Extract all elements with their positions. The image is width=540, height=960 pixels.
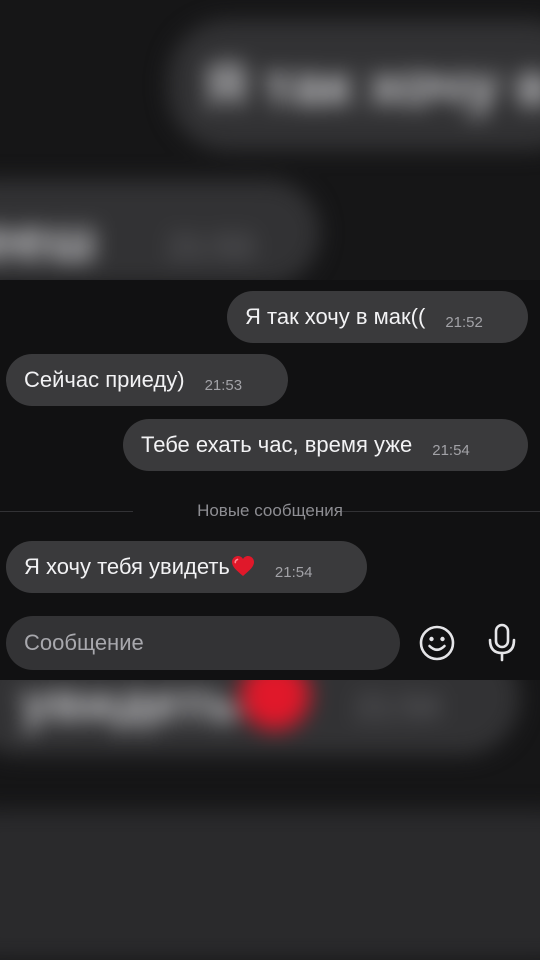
message-input-placeholder: Сообщение <box>24 630 144 655</box>
emoji-button[interactable] <box>415 621 459 665</box>
message-bubble-incoming[interactable]: Я хочу тебя увидеть 21:54 <box>6 541 367 593</box>
chat-area: Я так хочу в мак(( 21:52 Сейчас приеду) … <box>0 280 540 680</box>
smiley-icon <box>419 625 455 661</box>
message-text: Я хочу тебя увидеть <box>24 554 255 580</box>
voice-message-button[interactable] <box>480 621 524 665</box>
message-text: Я так хочу в мак(( <box>245 304 426 329</box>
blurred-background-top: Я так хочу в мак(( ееш 21:53 <box>0 0 540 280</box>
blurred-timestamp: 21:54 <box>355 688 441 726</box>
message-text: Тебе ехать час, время уже <box>141 432 413 457</box>
message-time: 21:53 <box>204 376 243 394</box>
blurred-partial-text: ееш <box>0 206 97 273</box>
message-text: Сейчас приеду) <box>24 367 185 392</box>
microphone-icon <box>488 623 516 662</box>
screen: Я так хочу в мак(( ееш 21:53 Я так хочу … <box>0 0 540 960</box>
blurred-message-text: Я так хочу в мак(( <box>205 53 540 118</box>
new-messages-divider: Новые сообщения <box>0 500 540 522</box>
blurred-partial-text: увидеть <box>20 680 240 733</box>
message-time: 21:52 <box>445 313 483 331</box>
blurred-timestamp: 21:53 <box>168 228 254 266</box>
message-bubble-outgoing[interactable]: Я так хочу в мак(( 21:52 <box>227 291 528 343</box>
message-input[interactable]: Сообщение <box>6 616 400 670</box>
divider-line <box>342 511 540 512</box>
message-bubble-incoming[interactable]: Сейчас приеду) 21:53 <box>6 354 288 406</box>
blurred-background-bottom: увидеть 21:54 <box>0 680 540 960</box>
message-text-content: Я хочу тебя увидеть <box>24 554 230 579</box>
message-time: 21:54 <box>432 441 470 459</box>
heart-icon <box>231 556 254 576</box>
message-bubble-outgoing[interactable]: Тебе ехать час, время уже 21:54 <box>123 419 528 471</box>
blurred-input <box>0 810 540 960</box>
message-time: 21:54 <box>274 563 313 581</box>
